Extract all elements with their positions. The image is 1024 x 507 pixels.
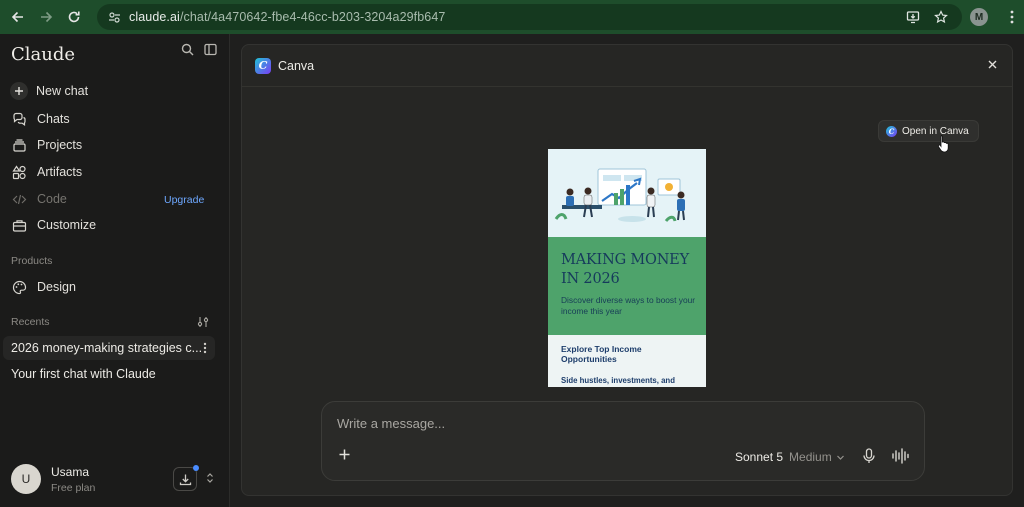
brand-logo[interactable]: Claude <box>11 44 75 65</box>
nav-label-chats: Chats <box>37 112 70 126</box>
pointer-cursor-icon <box>937 135 949 153</box>
sidebar-item-code[interactable]: Code <box>11 187 67 211</box>
recent-chat-title: 2026 money-making strategies c... <box>11 341 203 355</box>
avatar: U <box>11 464 41 494</box>
install-app-icon[interactable] <box>906 10 920 24</box>
microphone-icon[interactable] <box>862 448 876 464</box>
design-preview[interactable]: MAKING MONEY IN 2026 Discover diverse wa… <box>548 149 706 387</box>
chevron-down-icon <box>836 453 845 462</box>
message-composer: Sonnet 5 Medium <box>321 401 925 481</box>
sidebar-item-artifacts[interactable]: Artifacts <box>11 160 82 184</box>
code-icon <box>11 191 27 207</box>
design-section-body: Side hustles, investments, and <box>561 376 675 385</box>
new-chat-button[interactable]: New chat <box>10 79 89 103</box>
design-title-block: MAKING MONEY IN 2026 Discover diverse wa… <box>548 237 706 335</box>
more-menu-icon[interactable] <box>1010 10 1014 24</box>
main-area: C Canva C Open in Canva MAKING MONEY IN … <box>231 34 1024 507</box>
panel-title: Canva <box>278 58 315 73</box>
user-name: Usama <box>51 464 90 479</box>
folder-stack-icon <box>11 137 27 153</box>
bookmark-star-icon[interactable] <box>934 10 948 24</box>
forward-icon[interactable] <box>32 3 60 31</box>
user-plan: Free plan <box>51 481 96 494</box>
add-attachment-icon[interactable] <box>338 448 351 461</box>
design-section: Explore Top Income Opportunities Side hu… <box>548 335 706 387</box>
briefcase-icon <box>11 217 27 233</box>
url-host: claude.ai <box>129 10 180 24</box>
address-bar[interactable]: claude.ai/chat/4a470642-fbe4-46cc-b203-3… <box>97 4 962 30</box>
palette-icon <box>11 279 27 295</box>
open-in-canva-button[interactable]: C Open in Canva <box>878 120 979 142</box>
site-settings-icon[interactable] <box>108 11 121 24</box>
canva-panel: C Canva C Open in Canva MAKING MONEY IN … <box>241 44 1013 496</box>
panel-header: C Canva <box>242 45 1012 87</box>
recent-chat-item[interactable]: 2026 money-making strategies c... <box>3 336 215 360</box>
sidebar: Claude New chat Chats Projects Artifacts <box>0 34 230 507</box>
message-input[interactable] <box>337 416 897 431</box>
back-icon[interactable] <box>4 3 32 31</box>
model-effort: Medium <box>789 450 832 464</box>
design-title: MAKING MONEY IN 2026 <box>561 252 689 287</box>
user-menu[interactable]: U Usama Free plan <box>11 464 95 494</box>
upgrade-link[interactable]: Upgrade <box>164 194 204 206</box>
sidebar-item-projects[interactable]: Projects <box>11 133 82 157</box>
more-options-icon[interactable] <box>203 342 207 354</box>
chevron-updown-icon[interactable] <box>206 472 214 484</box>
plus-icon <box>10 82 28 100</box>
close-icon[interactable] <box>987 59 998 70</box>
sidebar-item-customize[interactable]: Customize <box>11 213 96 237</box>
search-icon[interactable] <box>181 43 194 56</box>
recent-chat-title: Your first chat with Claude <box>11 367 156 381</box>
nav-label-new-chat: New chat <box>36 84 89 98</box>
canva-logo-icon: C <box>255 57 271 74</box>
chat-bubbles-icon <box>11 111 27 127</box>
design-illustration <box>548 149 706 237</box>
recent-chat-item[interactable]: Your first chat with Claude <box>3 362 215 386</box>
sidebar-item-design[interactable]: Design <box>11 275 76 299</box>
notification-dot <box>193 465 199 471</box>
download-app-button[interactable] <box>173 465 199 491</box>
products-heading: Products <box>11 255 53 267</box>
nav-label-design: Design <box>37 280 76 294</box>
design-subtitle: Discover diverse ways to boost your inco… <box>561 295 696 316</box>
voice-mode-icon[interactable] <box>891 448 909 464</box>
design-section-heading: Explore Top Income Opportunities <box>561 344 642 364</box>
filter-sliders-icon[interactable] <box>197 316 209 328</box>
model-name: Sonnet 5 <box>735 450 784 464</box>
open-in-canva-label: Open in Canva <box>902 125 969 137</box>
canva-logo-icon: C <box>886 125 897 137</box>
profile-avatar[interactable]: M <box>970 8 988 26</box>
nav-label-artifacts: Artifacts <box>37 165 83 179</box>
sidebar-item-chats[interactable]: Chats <box>11 107 70 131</box>
sidebar-toggle-icon[interactable] <box>204 43 217 56</box>
download-icon <box>179 473 192 486</box>
nav-label-code: Code <box>37 192 67 206</box>
model-selector[interactable]: Sonnet 5 Medium <box>735 450 845 464</box>
nav-label-projects: Projects <box>37 138 83 152</box>
recents-heading: Recents <box>11 316 50 328</box>
browser-toolbar: claude.ai/chat/4a470642-fbe4-46cc-b203-3… <box>0 0 1024 34</box>
shapes-icon <box>11 164 27 180</box>
url-path: /chat/4a470642-fbe4-46cc-b203-3204a29fb6… <box>179 10 446 24</box>
reload-icon[interactable] <box>60 3 88 31</box>
url-text: claude.ai/chat/4a470642-fbe4-46cc-b203-3… <box>129 10 445 24</box>
nav-label-customize: Customize <box>37 218 97 232</box>
